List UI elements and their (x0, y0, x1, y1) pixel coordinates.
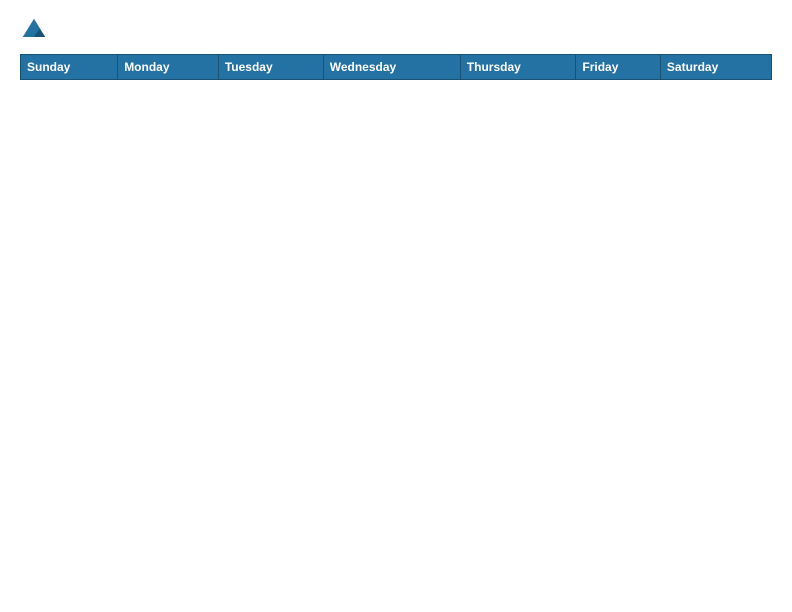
weekday-header-wednesday: Wednesday (323, 55, 460, 80)
weekday-header-sunday: Sunday (21, 55, 118, 80)
logo-icon (20, 16, 48, 44)
weekday-header-friday: Friday (576, 55, 661, 80)
calendar-table: SundayMondayTuesdayWednesdayThursdayFrid… (20, 54, 772, 80)
weekday-header-monday: Monday (118, 55, 219, 80)
logo (20, 16, 52, 44)
page: SundayMondayTuesdayWednesdayThursdayFrid… (0, 0, 792, 612)
weekday-header-saturday: Saturday (660, 55, 771, 80)
weekday-header-thursday: Thursday (460, 55, 576, 80)
header (20, 16, 772, 44)
weekday-header-tuesday: Tuesday (218, 55, 323, 80)
weekday-header-row: SundayMondayTuesdayWednesdayThursdayFrid… (21, 55, 772, 80)
